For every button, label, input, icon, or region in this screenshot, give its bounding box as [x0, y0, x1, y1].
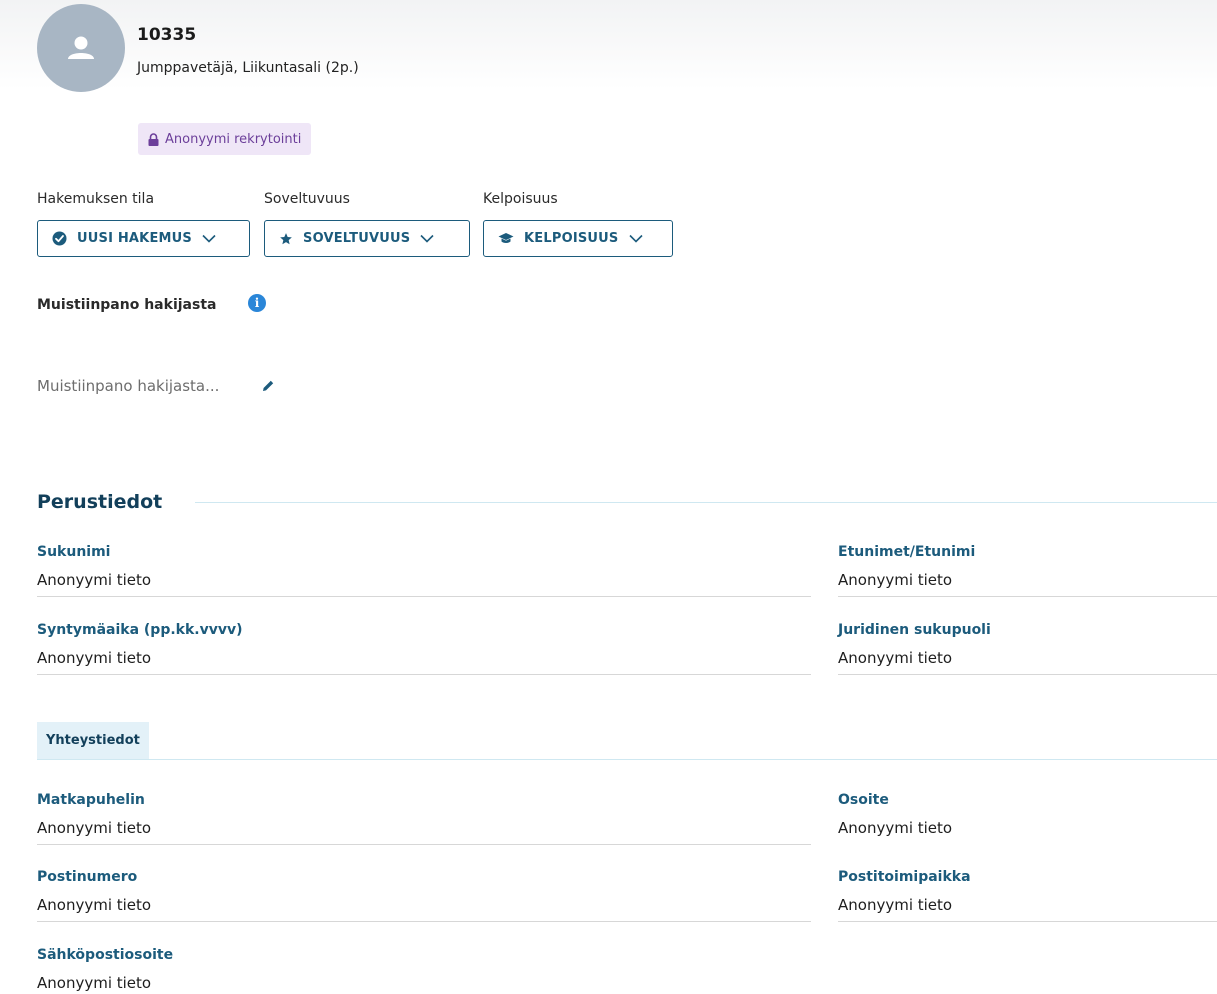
suitability-value: SOVELTUVUUS [303, 231, 411, 246]
field-label: Etunimet/Etunimi [838, 544, 976, 560]
status-dropdown[interactable]: UUSI HAKEMUS [37, 220, 250, 257]
field-legal-gender: Juridinen sukupuoli Anonyymi tieto [838, 614, 1217, 675]
field-city: Postitoimipaikka Anonyymi tieto [838, 861, 1217, 922]
info-icon[interactable]: i [248, 294, 266, 312]
field-label: Postitoimipaikka [838, 869, 971, 885]
tab-divider [37, 759, 1217, 760]
anonymous-badge: Anonyymi rekrytointi [138, 123, 312, 155]
field-postal-code: Postinumero Anonyymi tieto [37, 861, 811, 922]
field-label: Sukunimi [37, 544, 111, 560]
avatar [37, 4, 125, 92]
field-email: Sähköpostiosoite Anonyymi tieto [37, 939, 811, 994]
tab-contact-info[interactable]: Yhteystiedot [37, 722, 149, 759]
user-icon [68, 36, 94, 59]
lock-icon [148, 132, 159, 146]
applicant-id: 10335 [137, 25, 197, 45]
note-title: Muistiinpano hakijasta [37, 297, 217, 313]
field-value: Anonyymi tieto [37, 819, 152, 837]
chevron-down-icon [420, 234, 434, 243]
chevron-down-icon [628, 234, 643, 243]
star-icon [280, 232, 292, 244]
field-label: Postinumero [37, 869, 138, 885]
note-input[interactable]: Muistiinpano hakijasta... [37, 377, 219, 395]
field-value: Anonyymi tieto [838, 571, 953, 589]
header-background [0, 0, 1217, 90]
field-label: Matkapuhelin [37, 792, 145, 808]
field-label: Juridinen sukupuoli [838, 622, 991, 638]
field-label: Sähköpostiosoite [37, 947, 174, 963]
eligibility-dropdown[interactable]: KELPOISUUS [483, 220, 673, 257]
field-value: Anonyymi tieto [37, 649, 152, 667]
field-value: Anonyymi tieto [838, 896, 953, 914]
applicant-position: Jumppavetäjä, Liikuntasali (2p.) [137, 60, 359, 76]
field-value: Anonyymi tieto [37, 896, 152, 914]
section-divider [195, 502, 1217, 503]
section-title-basic-info: Perustiedot [37, 491, 163, 513]
chevron-down-icon [202, 234, 216, 243]
check-circle-icon [52, 231, 67, 246]
suitability-dropdown[interactable]: SOVELTUVUUS [264, 220, 470, 257]
anonymous-badge-label: Anonyymi rekrytointi [165, 131, 302, 147]
field-value: Anonyymi tieto [838, 649, 953, 667]
eligibility-value: KELPOISUUS [524, 231, 619, 246]
graduation-cap-icon [498, 233, 514, 243]
field-mobile-phone: Matkapuhelin Anonyymi tieto [37, 784, 811, 845]
field-value: Anonyymi tieto [838, 819, 953, 837]
pencil-icon[interactable] [261, 379, 275, 393]
field-label: Syntymäaika (pp.kk.vvvv) [37, 622, 243, 638]
status-label: Hakemuksen tila [37, 191, 155, 207]
field-birth-date: Syntymäaika (pp.kk.vvvv) Anonyymi tieto [37, 614, 811, 675]
suitability-label: Soveltuvuus [264, 191, 350, 207]
field-label: Osoite [838, 792, 889, 808]
field-address: Osoite Anonyymi tieto [838, 784, 1217, 845]
eligibility-label: Kelpoisuus [483, 191, 558, 207]
field-last-name: Sukunimi Anonyymi tieto [37, 536, 811, 597]
field-value: Anonyymi tieto [37, 974, 152, 992]
field-value: Anonyymi tieto [37, 571, 152, 589]
status-value: UUSI HAKEMUS [77, 231, 192, 246]
field-first-names: Etunimet/Etunimi Anonyymi tieto [838, 536, 1217, 597]
